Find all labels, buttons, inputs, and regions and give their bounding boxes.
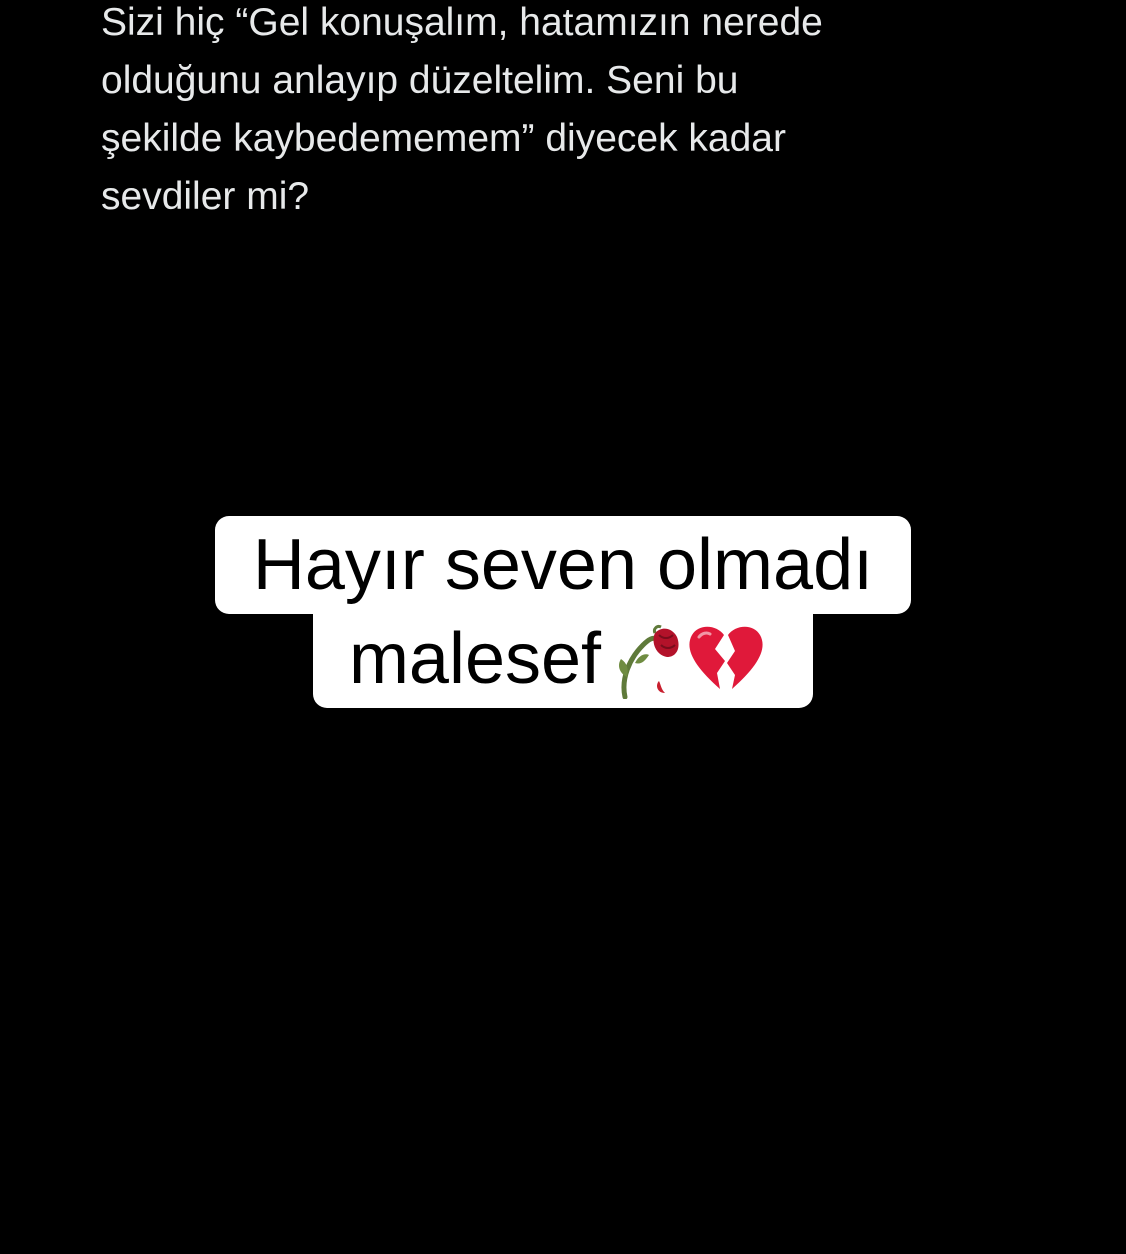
caption-line-2-text: malesef (348, 619, 602, 699)
emoji-group (615, 619, 765, 699)
tweet-text: Sizi hiç “Gel konuşalım, hatamızın nered… (101, 0, 1001, 226)
tweet-line: sevdiler mi? (101, 175, 310, 218)
tweet-line: olduğunu anlayıp düzeltelim. Seni bu (101, 59, 739, 102)
caption-line-1-text: Hayır seven olmadı (252, 525, 874, 605)
caption-line-2: malesef (312, 612, 814, 708)
tweet-line: şekilde kaybedememem” diyecek kadar (101, 117, 786, 160)
caption-line-1: Hayır seven olmadı (214, 516, 912, 614)
broken-heart-icon (687, 623, 765, 695)
tweet-line: Sizi hiç “Gel konuşalım, hatamızın nered… (101, 1, 823, 44)
caption-overlay: Hayır seven olmadı malesef (0, 516, 1126, 708)
wilted-flower-icon (615, 619, 685, 699)
